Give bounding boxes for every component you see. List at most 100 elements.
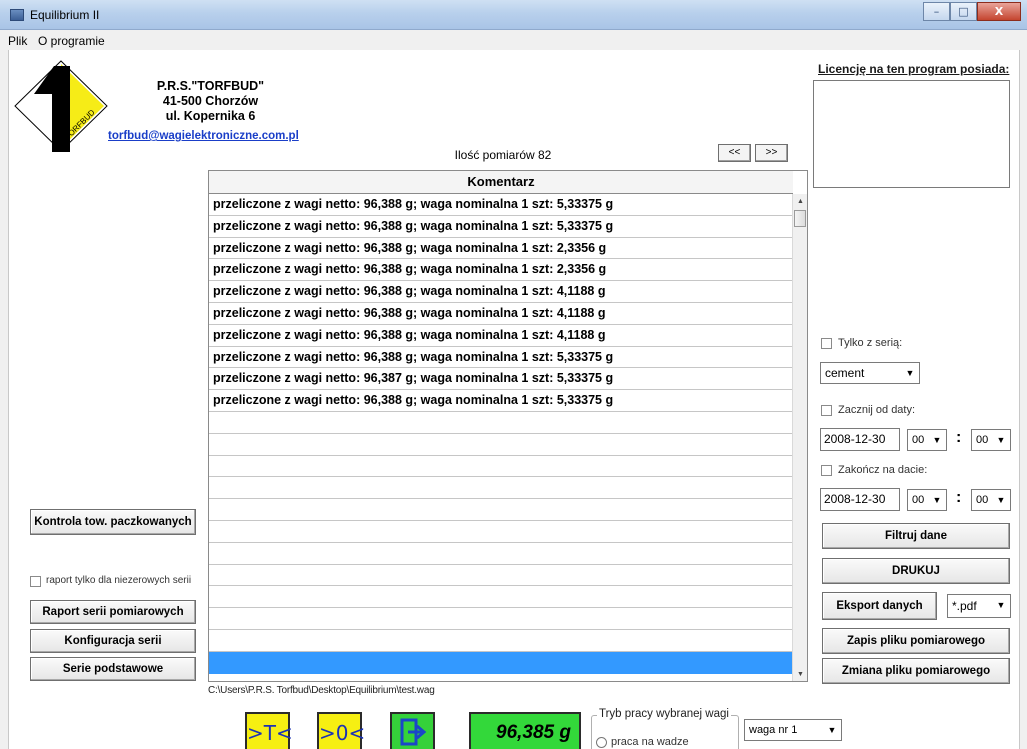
table-rows: przeliczone z wagi netto: 96,388 g; waga… [209,194,793,674]
app-icon [10,9,24,21]
empty-row[interactable] [209,586,793,609]
licence-box [813,80,1010,188]
menu-file[interactable]: Plik [8,34,27,48]
licence-label: Licencję na ten program posiada: [818,62,1010,76]
scale-select[interactable]: waga nr 1 ▼ [744,719,842,741]
time-separator: : [956,489,962,506]
menu-about[interactable]: O programie [38,34,105,48]
series-report-button[interactable]: Raport serii pomiarowych [30,600,196,624]
company-logo: TORFBUD [14,60,108,152]
empty-row[interactable] [209,608,793,630]
empty-row[interactable] [209,630,793,652]
transfer-button[interactable] [390,712,435,749]
company-info: P.R.S."TORFBUD" 41-500 Chorzów ul. Koper… [128,79,293,124]
export-format-value: *.pdf [952,599,977,613]
chevron-down-icon: ▼ [932,435,942,445]
window-controls: – □ X [923,2,1021,21]
start-date-field[interactable]: 2008-12-30 [820,428,900,451]
mode-radio-label: praca na wadze [611,736,689,748]
next-page-button[interactable]: >> [755,144,788,162]
table-row[interactable]: przeliczone z wagi netto: 96,388 g; waga… [209,281,793,303]
empty-row[interactable] [209,434,793,456]
export-format-select[interactable]: *.pdf ▼ [947,594,1011,618]
chevron-down-icon: ▼ [996,495,1006,505]
minimize-button[interactable]: – [923,2,950,21]
tare-button[interactable]: >T< [245,712,293,749]
scroll-down-icon[interactable]: ▼ [793,667,807,681]
zero-button[interactable]: >0< [317,712,365,749]
empty-row[interactable] [209,412,793,434]
scroll-thumb[interactable] [794,210,806,227]
start-minute-select[interactable]: 00 ▼ [971,429,1011,451]
empty-row[interactable] [209,543,793,565]
packaged-goods-control-button[interactable]: Kontrola tow. paczkowanych [30,509,196,535]
file-path: C:\Users\P.R.S. Torfbud\Desktop\Equilibr… [208,685,435,696]
chevron-down-icon: ▼ [827,725,837,735]
company-street: ul. Kopernika 6 [165,109,256,123]
company-email-link[interactable]: torfbud@wagielektroniczne.com.pl [108,130,299,142]
end-date-checkbox[interactable] [821,465,832,476]
company-postal: 41-500 Chorzów [162,94,259,108]
company-name: P.R.S."TORFBUD" [156,79,265,93]
empty-row[interactable] [209,477,793,500]
table-row[interactable]: przeliczone z wagi netto: 96,388 g; waga… [209,390,793,412]
vertical-scrollbar[interactable]: ▲ ▼ [792,194,807,681]
measurement-count: Ilość pomiarów 82 [454,148,552,162]
export-button[interactable]: Eksport danych [822,592,937,620]
report-nonzero-label: raport tylko dla niezerowych serii [46,575,192,586]
chevron-down-icon: ▼ [996,600,1006,610]
series-select[interactable]: cement ▼ [820,362,920,384]
scale-select-value: waga nr 1 [749,724,798,736]
table-row[interactable]: przeliczone z wagi netto: 96,388 g; waga… [209,238,793,260]
table-row[interactable]: przeliczone z wagi netto: 96,388 g; waga… [209,259,793,282]
menu-bar: Plik O programie [0,30,1027,50]
empty-row[interactable] [209,521,793,543]
table-row[interactable]: przeliczone z wagi netto: 96,388 g; waga… [209,303,793,325]
close-button[interactable]: X [977,2,1021,21]
change-file-button[interactable]: Zmiana pliku pomiarowego [822,658,1010,684]
series-select-value: cement [825,366,865,380]
time-separator: : [956,429,962,446]
mode-group-title: Tryb pracy wybranej wagi [597,708,731,720]
filter-button[interactable]: Filtruj dane [822,523,1010,549]
measurements-table[interactable]: Komentarz przeliczone z wagi netto: 96,3… [208,170,808,682]
scroll-up-icon[interactable]: ▲ [793,194,807,209]
print-button[interactable]: DRUKUJ [822,558,1010,584]
series-config-button[interactable]: Konfiguracja serii [30,629,196,653]
empty-row[interactable] [209,565,793,587]
only-series-label: Tylko z serią: [838,337,903,349]
window-title: Equilibrium II [30,8,100,22]
table-row[interactable]: przeliczone z wagi netto: 96,387 g; waga… [209,368,793,391]
end-hour-select[interactable]: 00 ▼ [907,489,947,511]
end-minute-select[interactable]: 00 ▼ [971,489,1011,511]
end-minute-value: 00 [976,494,989,506]
only-series-checkbox[interactable] [821,338,832,349]
title-bar: Equilibrium II – □ X [0,0,1027,30]
selected-row[interactable] [209,651,793,674]
prev-page-button[interactable]: << [718,144,751,162]
chevron-down-icon: ▼ [996,435,1006,445]
mode-radio[interactable] [596,737,607,748]
start-hour-select[interactable]: 00 ▼ [907,429,947,451]
empty-row[interactable] [209,456,793,478]
end-date-field[interactable]: 2008-12-30 [820,488,900,511]
start-date-label: Zacznij od daty: [838,404,916,416]
empty-row[interactable] [209,499,793,521]
export-arrow-icon [400,718,426,746]
end-hour-value: 00 [912,494,925,506]
table-row[interactable]: przeliczone z wagi netto: 96,388 g; waga… [209,216,793,238]
weight-display: 96,385 g [469,712,581,749]
start-minute-value: 00 [976,434,989,446]
base-series-button[interactable]: Serie podstawowe [30,657,196,681]
save-file-button[interactable]: Zapis pliku pomiarowego [822,628,1010,654]
report-nonzero-checkbox[interactable] [30,576,41,587]
table-row[interactable]: przeliczone z wagi netto: 96,388 g; waga… [209,194,793,216]
column-header-comment[interactable]: Komentarz [209,171,793,194]
start-date-checkbox[interactable] [821,405,832,416]
start-hour-value: 00 [912,434,925,446]
chevron-down-icon: ▼ [932,495,942,505]
maximize-button[interactable]: □ [950,2,977,21]
table-row[interactable]: przeliczone z wagi netto: 96,388 g; waga… [209,325,793,347]
table-row[interactable]: przeliczone z wagi netto: 96,388 g; waga… [209,347,793,369]
end-date-label: Zakończ na dacie: [838,464,928,476]
